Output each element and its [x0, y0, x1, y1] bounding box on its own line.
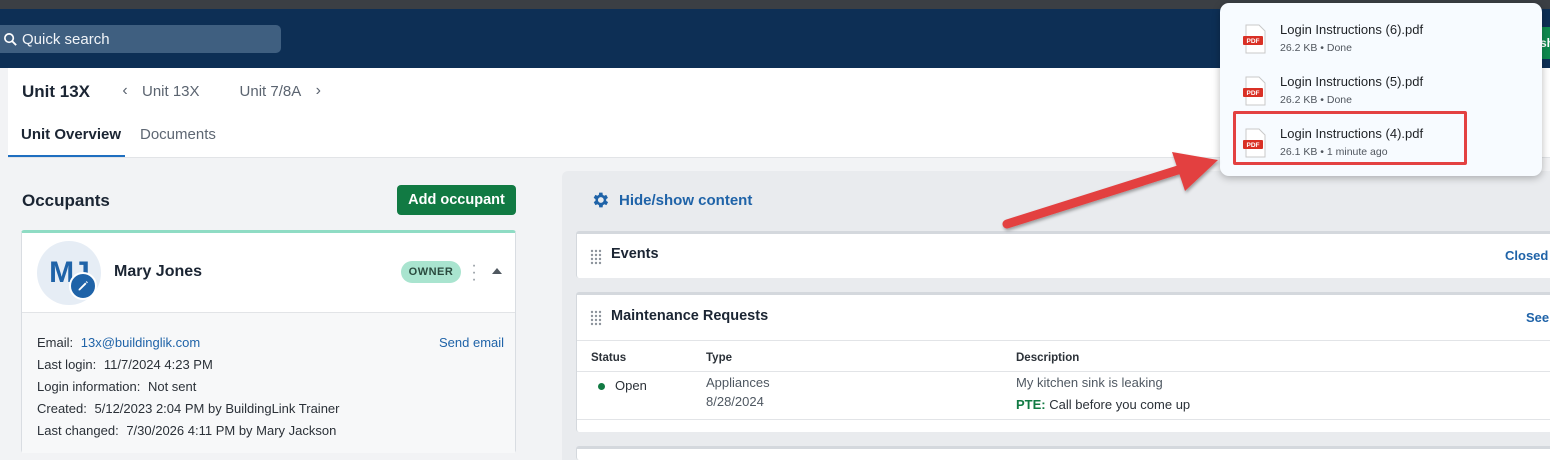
send-email-link[interactable]: Send email: [439, 335, 504, 350]
search-placeholder: Quick search: [22, 30, 110, 48]
column-header-type: Type: [706, 352, 732, 364]
occupant-details: Email: 13x@buildinglik.com Send email La…: [22, 313, 515, 453]
drag-handle-icon[interactable]: [590, 249, 602, 265]
chevron-left-icon[interactable]: ‹: [118, 82, 132, 100]
request-status: Open: [615, 378, 647, 393]
email-label: Email:: [37, 335, 74, 350]
request-type: Appliances: [706, 375, 770, 390]
table-divider: [577, 340, 1550, 341]
download-item[interactable]: PDF Login Instructions (6).pdf 26.2 KB •…: [1242, 20, 1522, 60]
occupant-name: Mary Jones: [114, 263, 203, 280]
unit-nav-next[interactable]: Unit 7/8A: [240, 83, 302, 100]
email-link[interactable]: 13x@buildinglik.com: [81, 335, 200, 350]
tab-unit-overview[interactable]: Unit Overview: [21, 126, 121, 143]
gear-icon: [593, 192, 609, 208]
annotation-highlight-box: [1233, 111, 1467, 165]
download-meta: 26.2 KB • Done: [1280, 94, 1352, 106]
unit-navigator: ‹ Unit 13X Unit 7/8A ›: [118, 82, 325, 100]
drag-handle-icon[interactable]: [590, 310, 602, 326]
next-section: [576, 446, 1550, 460]
pte-note: Call before you come up: [1049, 397, 1191, 412]
pdf-file-icon: PDF: [1243, 76, 1266, 106]
unit-nav-previous[interactable]: Unit 13X: [142, 83, 200, 100]
maintenance-title: Maintenance Requests: [611, 308, 769, 324]
last-login-row: Last login: 11/7/2024 4:23 PM: [37, 357, 213, 372]
events-title: Events: [611, 246, 659, 262]
created-row: Created: 5/12/2023 2:04 PM by BuildingLi…: [37, 401, 340, 416]
request-date: 8/28/2024: [706, 394, 764, 409]
created-label: Created:: [37, 401, 87, 416]
last-changed-row: Last changed: 7/30/2026 4:11 PM by Mary …: [37, 423, 336, 438]
download-file-name: Login Instructions (6).pdf: [1280, 22, 1424, 37]
last-login-value: 11/7/2024 4:23 PM: [103, 357, 213, 372]
maintenance-requests-section: Maintenance Requests See Status Type Des…: [576, 292, 1550, 432]
closed-events-link[interactable]: Closed e: [1505, 248, 1550, 263]
login-info-label: Login information:: [37, 379, 141, 394]
created-value: 5/12/2023 2:04 PM by BuildingLink Traine…: [94, 401, 340, 416]
column-header-status: Status: [591, 352, 627, 364]
status-badge: OWNER: [401, 261, 461, 283]
pencil-icon[interactable]: [69, 272, 97, 300]
last-changed-value: 7/30/2026 4:11 PM by Mary Jackson: [126, 423, 337, 438]
download-item[interactable]: PDF Login Instructions (5).pdf 26.2 KB •…: [1242, 72, 1522, 112]
login-info-value: Not sent: [147, 379, 197, 394]
search-icon: [4, 32, 17, 46]
see-all-link[interactable]: See: [1526, 310, 1549, 325]
chevron-right-icon[interactable]: ›: [311, 82, 325, 100]
unit-title: Unit 13X: [22, 82, 91, 101]
add-occupant-button[interactable]: Add occupant: [397, 185, 516, 215]
events-section: Events Closed e: [576, 231, 1550, 278]
pte-label: PTE:: [1016, 397, 1046, 412]
collapse-icon[interactable]: [492, 268, 502, 274]
table-divider: [577, 419, 1550, 420]
hide-show-label: Hide/show content: [619, 191, 753, 209]
last-login-label: Last login:: [37, 357, 97, 372]
download-meta: 26.2 KB • Done: [1280, 42, 1352, 54]
last-changed-label: Last changed:: [37, 423, 119, 438]
occupant-card: MJ Mary Jones OWNER · · · Email: 13x@build…: [21, 230, 516, 453]
pdf-file-icon: PDF: [1243, 24, 1266, 54]
svg-text:PDF: PDF: [1247, 90, 1260, 97]
kebab-menu-icon[interactable]: · · ·: [471, 258, 477, 288]
request-description: My kitchen sink is leaking: [1016, 375, 1163, 390]
download-file-name: Login Instructions (5).pdf: [1280, 74, 1424, 89]
column-header-description: Description: [1016, 352, 1080, 364]
occupants-title: Occupants: [22, 191, 110, 210]
tab-documents[interactable]: Documents: [140, 126, 216, 143]
email-row: Email: 13x@buildinglik.com: [37, 335, 200, 350]
login-info-row: Login information: Not sent: [37, 379, 196, 394]
table-divider: [577, 371, 1550, 372]
quick-search[interactable]: Quick search: [0, 25, 281, 53]
request-pte-note: PTE: Call before you come up: [1016, 397, 1190, 412]
status-dot: [598, 383, 605, 390]
svg-text:PDF: PDF: [1247, 38, 1260, 45]
hide-show-content-button[interactable]: Hide/show content: [590, 190, 752, 210]
